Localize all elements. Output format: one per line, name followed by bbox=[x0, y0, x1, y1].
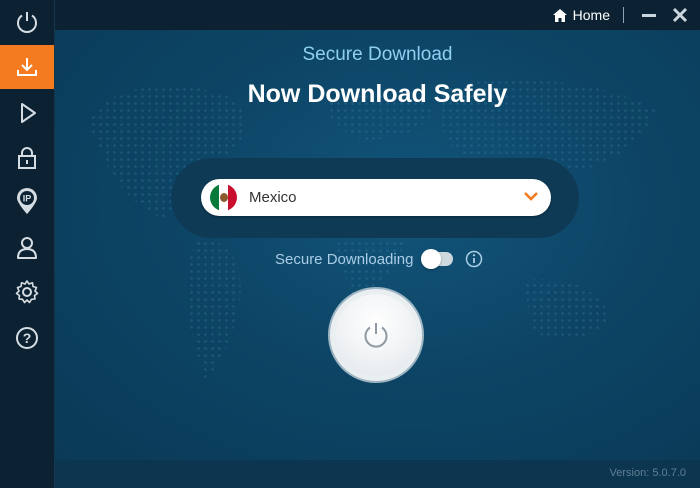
sidebar: IP ? bbox=[0, 0, 55, 488]
sidebar-item-settings[interactable] bbox=[0, 270, 54, 314]
subtitle: Secure Download bbox=[302, 44, 453, 65]
chevron-down-icon bbox=[524, 192, 538, 201]
toggle-knob bbox=[421, 249, 442, 269]
ip-location-icon: IP bbox=[17, 188, 37, 214]
country-selected-value: Mexico bbox=[249, 189, 297, 206]
main-panel: Secure Download Now Download Safely Mexi… bbox=[55, 30, 700, 460]
svg-text:IP: IP bbox=[23, 194, 32, 204]
power-button-face bbox=[335, 294, 417, 376]
home-label: Home bbox=[572, 7, 610, 23]
power-icon bbox=[364, 323, 388, 348]
play-icon bbox=[21, 103, 36, 123]
sidebar-item-account[interactable] bbox=[0, 226, 54, 270]
close-icon[interactable] bbox=[672, 7, 688, 23]
help-icon: ? bbox=[16, 327, 38, 349]
sidebar-item-ip[interactable]: IP bbox=[0, 180, 54, 224]
home-button[interactable]: Home bbox=[552, 6, 610, 24]
minimize-button[interactable] bbox=[642, 14, 656, 17]
sidebar-item-help[interactable]: ? bbox=[0, 316, 54, 360]
lock-icon bbox=[18, 147, 36, 169]
power-icon bbox=[17, 12, 37, 33]
footer: Version: 5.0.7.0 bbox=[55, 460, 700, 488]
secure-downloading-toggle[interactable] bbox=[421, 249, 454, 269]
titlebar-divider bbox=[623, 7, 624, 23]
info-icon[interactable] bbox=[465, 250, 483, 268]
title-bar: Home bbox=[55, 0, 700, 30]
mexico-flag-icon bbox=[210, 184, 237, 211]
gear-icon bbox=[15, 280, 39, 304]
download-icon bbox=[17, 58, 37, 76]
sidebar-item-download[interactable] bbox=[0, 45, 54, 89]
secure-downloading-row: Secure Downloading bbox=[275, 248, 483, 270]
connect-power-button[interactable] bbox=[330, 289, 422, 381]
svg-text:?: ? bbox=[23, 330, 32, 346]
version-label: Version: 5.0.7.0 bbox=[609, 467, 686, 479]
page-title: Now Download Safely bbox=[247, 80, 508, 108]
sidebar-item-power[interactable] bbox=[0, 0, 54, 44]
sidebar-item-play[interactable] bbox=[0, 91, 54, 135]
secure-downloading-label: Secure Downloading bbox=[275, 250, 414, 268]
home-icon bbox=[552, 8, 567, 22]
country-dropdown[interactable]: Mexico bbox=[201, 179, 551, 216]
user-icon bbox=[17, 237, 37, 259]
sidebar-item-lock[interactable] bbox=[0, 136, 54, 180]
